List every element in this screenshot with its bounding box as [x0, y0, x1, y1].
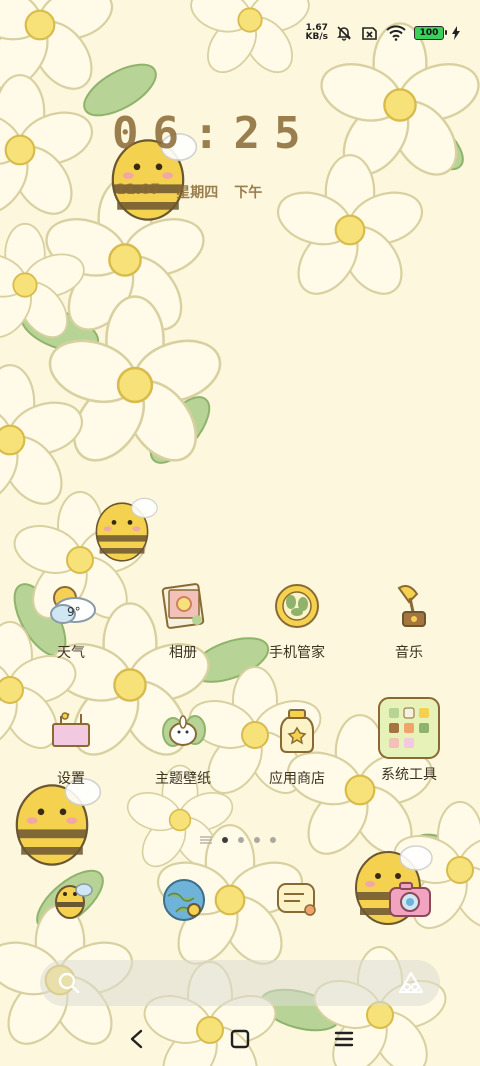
navigation-bar: [0, 1024, 480, 1054]
app-label-security: 手机管家: [269, 645, 325, 661]
folder-icon: [378, 697, 440, 759]
app-settings[interactable]: 设置: [16, 700, 126, 788]
network-speed-unit: KB/s: [305, 32, 328, 42]
sim-x-icon: [362, 27, 377, 40]
app-gallery[interactable]: 相册: [128, 574, 238, 662]
app-label-music: 音乐: [395, 645, 423, 661]
app-security[interactable]: 手机管家: [242, 574, 352, 662]
search-bar[interactable]: [40, 960, 440, 1006]
weather-icon: 9°: [50, 586, 96, 624]
security-icon: [275, 584, 319, 628]
wifi-icon: [386, 25, 406, 41]
app-store[interactable]: 应用商店: [242, 700, 352, 788]
menu-lines-icon: [200, 836, 212, 844]
search-icon: [58, 972, 80, 994]
app-store-icon: [280, 709, 314, 753]
date-row: 11.07 星期四 下午: [116, 182, 262, 202]
weather-temp: 9°: [67, 605, 81, 619]
recents-icon[interactable]: [331, 1026, 357, 1052]
app-music[interactable]: 音乐: [354, 574, 464, 662]
app-folder-tools[interactable]: 系统工具: [354, 696, 464, 784]
home-icon[interactable]: [227, 1026, 253, 1052]
settings-icon: [52, 712, 90, 747]
assistant-icon[interactable]: [398, 971, 424, 995]
battery-icon: 100: [414, 26, 447, 40]
charging-icon: [452, 26, 460, 40]
app-label-settings: 设置: [57, 771, 85, 787]
clock-widget[interactable]: 06:25: [112, 108, 314, 159]
app-label-themes: 主题壁纸: [155, 771, 211, 787]
status-bar: 1.67 KB/s 100: [306, 22, 460, 44]
clock-date: 11.07: [116, 182, 161, 198]
phone-icon[interactable]: [44, 874, 96, 926]
page-dot-4[interactable]: [270, 837, 276, 843]
page-dot-1[interactable]: [222, 837, 228, 843]
clock-weekday: 星期四: [176, 185, 219, 201]
network-speed: 1.67 KB/s: [306, 24, 328, 42]
page-dot-3[interactable]: [254, 837, 260, 843]
bell-mute-icon: [337, 26, 351, 41]
battery-level: 100: [419, 28, 439, 38]
app-weather[interactable]: 9° 天气: [16, 574, 126, 662]
messages-icon[interactable]: [272, 874, 324, 926]
themes-icon: [162, 715, 206, 747]
browser-icon[interactable]: [158, 874, 210, 926]
app-label-weather: 天气: [57, 645, 85, 661]
camera-icon[interactable]: [384, 874, 436, 926]
gallery-icon: [161, 583, 205, 629]
app-label-gallery: 相册: [169, 645, 197, 661]
app-label-store: 应用商店: [269, 771, 325, 787]
page-indicator[interactable]: [200, 836, 276, 844]
back-icon[interactable]: [124, 1026, 150, 1052]
app-label-folder-tools: 系统工具: [381, 767, 437, 783]
app-themes[interactable]: 主题壁纸: [128, 700, 238, 788]
page-dot-2[interactable]: [238, 837, 244, 843]
clock-period: 下午: [234, 185, 263, 201]
music-icon: [397, 585, 426, 627]
clock-time: 06:25: [112, 108, 315, 159]
